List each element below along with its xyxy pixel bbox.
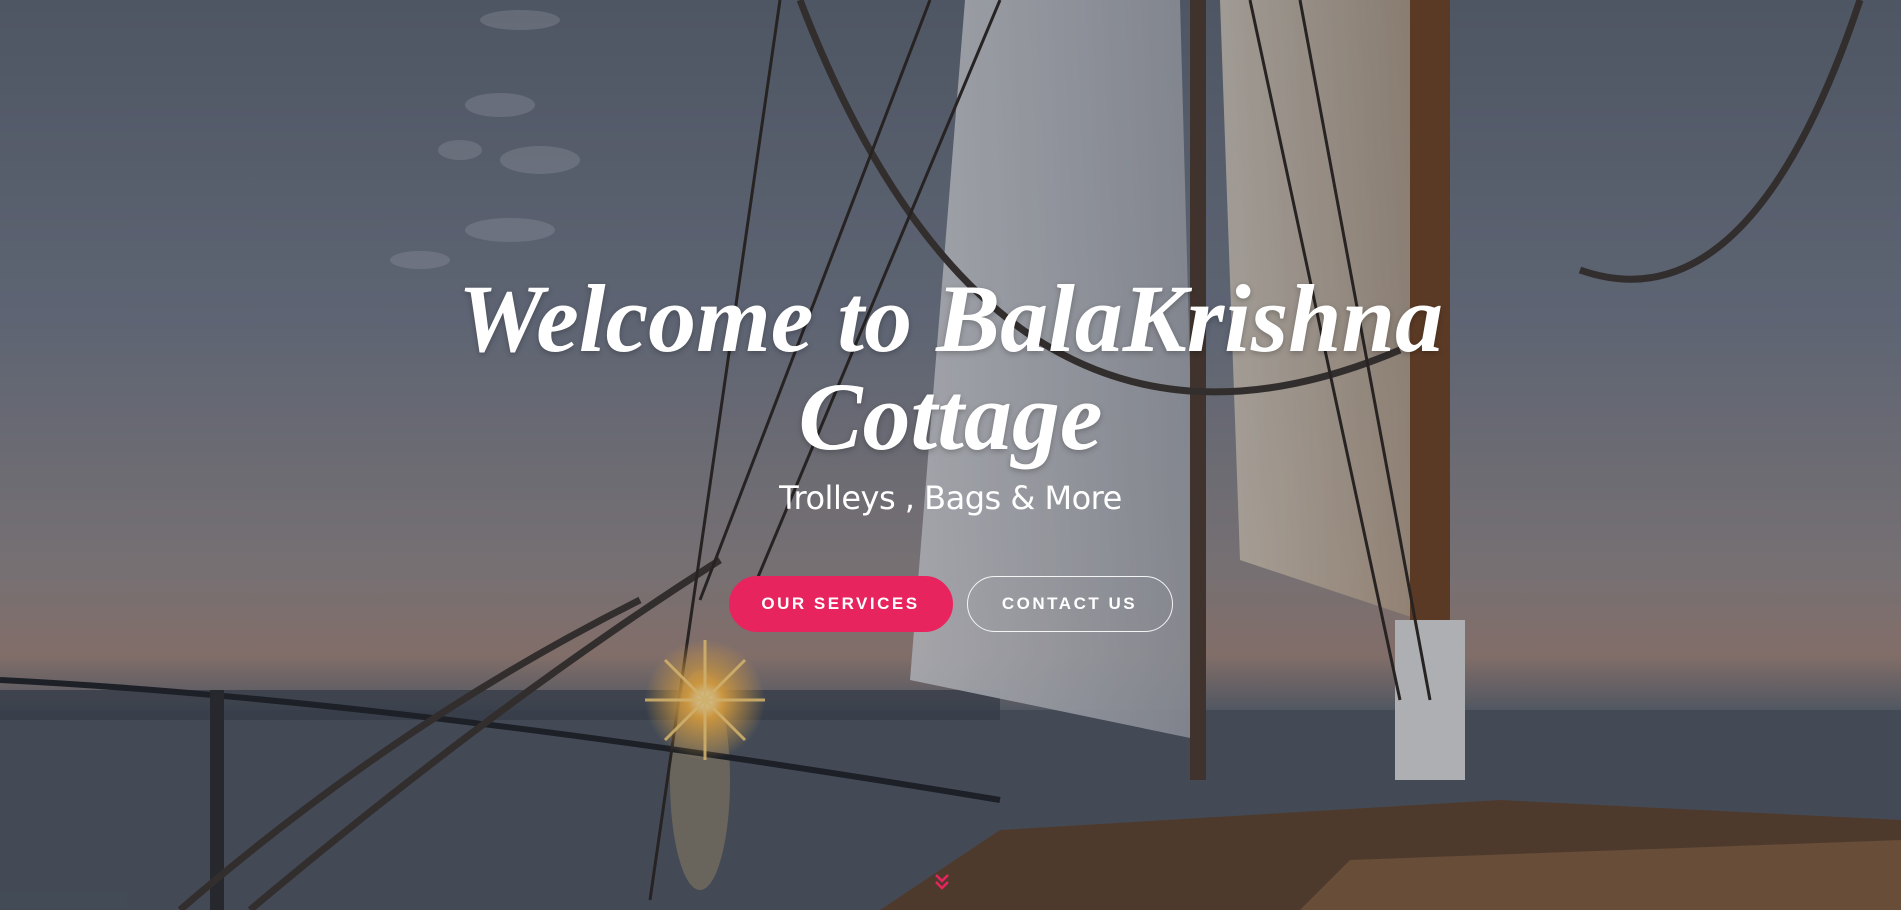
hero-section: Welcome to BalaKrishna Cottage Trolleys … (0, 0, 1901, 910)
our-services-button[interactable]: OUR SERVICES (728, 576, 953, 632)
hero-content: Welcome to BalaKrishna Cottage Trolleys … (0, 270, 1901, 632)
hero-subtitle: Trolleys , Bags & More (779, 479, 1122, 517)
contact-us-button[interactable]: CONTACT US (966, 576, 1173, 632)
hero-buttons: OUR SERVICES CONTACT US (0, 576, 1901, 632)
hero-title: Welcome to BalaKrishna Cottage (458, 265, 1443, 470)
chevron-double-down-icon[interactable] (932, 872, 952, 892)
